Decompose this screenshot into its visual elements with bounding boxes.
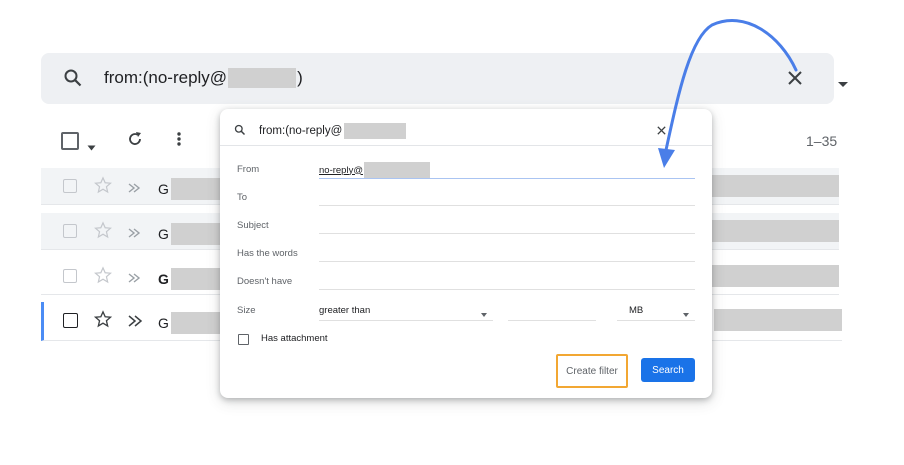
size-value-input[interactable] [508,320,596,321]
doesnt-have-field[interactable] [319,289,695,290]
redacted-sender [170,178,223,200]
sender: G [158,312,223,334]
from-field[interactable]: no-reply@ [319,162,430,178]
redacted-subject [711,220,839,242]
has-attachment-checkbox[interactable] [238,334,249,345]
star-icon[interactable] [94,266,112,289]
subject-label: Subject [237,220,269,231]
size-comparator-select[interactable]: greater than [319,305,493,321]
doesnt-have-label: Doesn't have [237,276,293,287]
search-query-suffix: ) [297,68,303,87]
popup-search-query[interactable]: from:(no-reply@ [259,123,407,139]
star-icon[interactable] [94,176,112,199]
redacted-subject [714,309,842,331]
importance-marker-icon[interactable] [128,180,142,198]
chevron-down-icon [683,309,689,320]
chevron-down-icon [481,309,487,320]
has-words-label: Has the words [237,248,298,259]
redacted-domain [344,123,407,139]
search-query-prefix: from:(no-reply@ [104,68,228,87]
message-count: 1–35 [806,133,838,149]
search-button[interactable]: Search [641,358,695,382]
star-icon[interactable] [94,221,112,244]
redacted-subject [711,265,839,287]
create-filter-button[interactable]: Create filter [556,354,628,388]
divider [220,145,712,146]
redacted-sender [170,223,223,245]
refresh-icon[interactable] [126,130,144,153]
search-icon[interactable] [63,68,83,93]
redacted-sender [170,312,223,334]
sender: G [158,268,223,290]
row-checkbox[interactable] [63,179,77,193]
redacted-subject [711,175,839,197]
redacted-sender [170,268,223,290]
search-icon[interactable] [234,123,246,141]
from-label: From [237,164,260,175]
advanced-search-popup: from:(no-reply@ From no-reply@ To Subjec… [220,109,712,398]
has-words-field[interactable] [319,261,695,262]
more-options-icon[interactable] [176,130,182,153]
has-attachment-label: Has attachment [261,333,328,344]
search-bar[interactable]: from:(no-reply@ ) [41,53,848,104]
redacted-domain [363,162,430,178]
select-all-checkbox[interactable] [61,132,79,150]
to-label: To [237,192,248,203]
sender: G [158,223,223,245]
size-label: Size [237,305,256,316]
select-menu-chevron-down-icon[interactable] [87,138,96,156]
star-icon[interactable] [93,310,113,333]
search-query[interactable]: from:(no-reply@ ) [104,68,303,88]
row-checkbox[interactable] [63,269,77,283]
clear-search-icon[interactable] [786,69,804,92]
redacted-domain [228,68,297,88]
row-checkbox[interactable] [63,224,77,238]
subject-field[interactable] [319,233,695,234]
sender: G [158,178,223,200]
close-popup-icon[interactable] [656,123,667,141]
from-field-underline [319,178,695,179]
size-unit-select[interactable]: MB [617,305,695,321]
importance-marker-icon[interactable] [128,225,142,243]
importance-marker-icon[interactable] [128,314,144,332]
row-checkbox[interactable] [63,313,78,328]
show-search-options-icon[interactable] [837,75,849,93]
importance-marker-icon[interactable] [128,270,142,288]
to-field[interactable] [319,205,695,206]
